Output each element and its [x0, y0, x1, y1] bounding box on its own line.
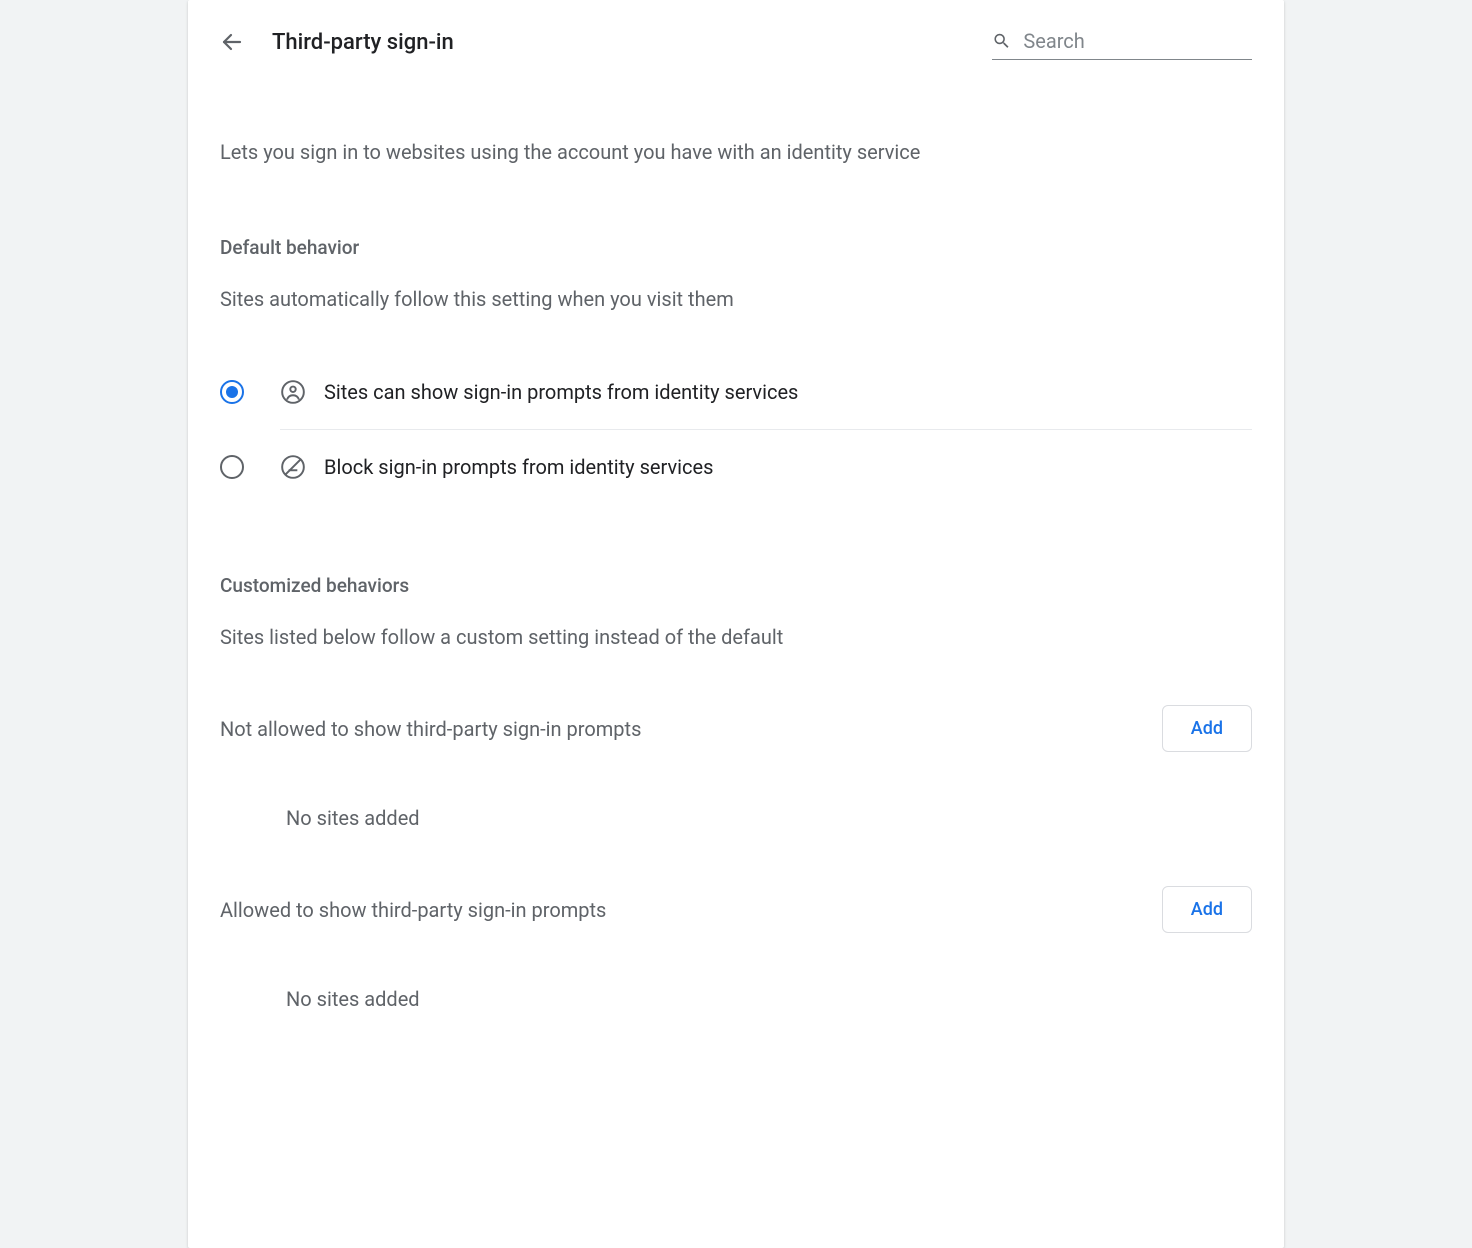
default-behavior-title: Default behavior	[220, 236, 1252, 259]
back-button[interactable]	[220, 30, 244, 54]
customized-behaviors-title: Customized behaviors	[220, 574, 1252, 597]
not-allowed-label: Not allowed to show third-party sign-in …	[220, 717, 641, 741]
allowed-row: Allowed to show third-party sign-in prom…	[220, 886, 1252, 933]
radio-inner	[226, 386, 238, 398]
header-row: Third-party sign-in	[220, 18, 1252, 66]
customized-behaviors-description: Sites listed below follow a custom setti…	[220, 625, 1252, 649]
allowed-label: Allowed to show third-party sign-in prom…	[220, 898, 606, 922]
default-behavior-description: Sites automatically follow this setting …	[220, 287, 1252, 311]
search-icon	[992, 30, 1011, 52]
add-not-allowed-button[interactable]: Add	[1162, 705, 1252, 752]
search-input[interactable]	[1023, 29, 1252, 53]
page-title: Third-party sign-in	[272, 30, 454, 55]
header-left: Third-party sign-in	[220, 30, 454, 55]
add-allowed-button[interactable]: Add	[1162, 886, 1252, 933]
radio-option-allow[interactable]: Sites can show sign-in prompts from iden…	[220, 355, 1252, 429]
settings-card: Third-party sign-in Lets you sign in to …	[188, 0, 1284, 1248]
person-circle-icon	[280, 379, 306, 405]
radio-button-unselected	[220, 455, 244, 479]
not-allowed-empty: No sites added	[286, 806, 1252, 830]
radio-label: Block sign-in prompts from identity serv…	[324, 455, 713, 479]
not-allowed-row: Not allowed to show third-party sign-in …	[220, 705, 1252, 752]
radio-list: Sites can show sign-in prompts from iden…	[220, 355, 1252, 504]
radio-label: Sites can show sign-in prompts from iden…	[324, 380, 798, 404]
allowed-empty: No sites added	[286, 987, 1252, 1011]
search-field[interactable]	[992, 25, 1252, 60]
page-description: Lets you sign in to websites using the a…	[220, 138, 1252, 166]
block-icon	[280, 454, 306, 480]
radio-option-block[interactable]: Block sign-in prompts from identity serv…	[220, 430, 1252, 504]
radio-button-selected	[220, 380, 244, 404]
arrow-back-icon	[220, 29, 244, 55]
